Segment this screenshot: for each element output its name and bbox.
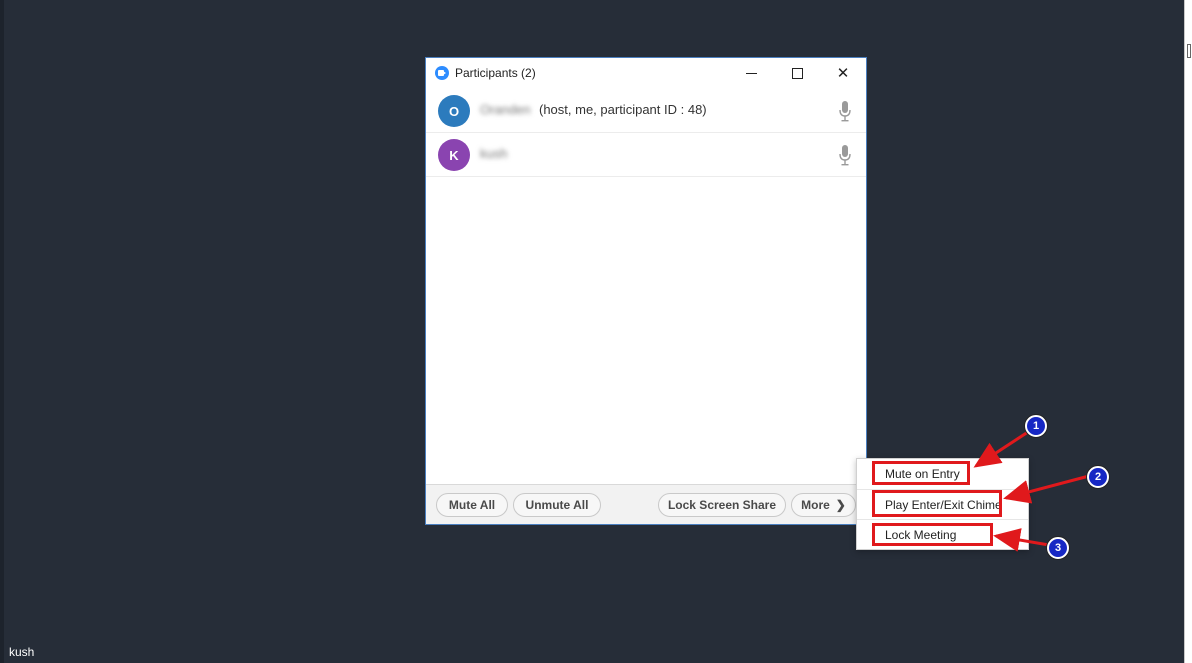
mute-all-button[interactable]: Mute All xyxy=(436,493,508,517)
adjacent-window-edge xyxy=(1184,0,1192,663)
participant-name: Oranden xyxy=(480,102,531,117)
close-icon: ✕ xyxy=(836,64,850,82)
desktop-edge xyxy=(0,0,4,663)
annotation-badge: 1 xyxy=(1025,415,1047,437)
chevron-right-icon: ❯ xyxy=(835,498,846,512)
highlight-box xyxy=(872,461,970,485)
more-label: More xyxy=(801,498,830,512)
avatar: O xyxy=(438,95,470,127)
participants-window: Participants (2) ✕ O Oranden (host, me, … xyxy=(425,57,867,525)
user-name-label: kush xyxy=(9,645,35,659)
participant-row[interactable]: O Oranden (host, me, participant ID : 48… xyxy=(426,89,866,133)
participant-role: (host, me, participant ID : 48) xyxy=(539,102,707,117)
lock-screen-share-button[interactable]: Lock Screen Share xyxy=(658,493,786,517)
participant-name: kush xyxy=(480,146,508,161)
minimize-button[interactable] xyxy=(728,58,774,88)
maximize-icon xyxy=(791,67,803,79)
window-title: Participants (2) xyxy=(455,66,536,80)
microphone-icon[interactable] xyxy=(838,100,852,122)
highlight-box xyxy=(872,523,993,546)
participant-row[interactable]: K kush xyxy=(426,133,866,177)
maximize-button[interactable] xyxy=(774,58,820,88)
participants-footer: Mute All Unmute All Lock Screen Share Mo… xyxy=(426,484,866,524)
close-button[interactable]: ✕ xyxy=(820,58,866,88)
annotation-badge: 2 xyxy=(1087,466,1109,488)
unmute-all-button[interactable]: Unmute All xyxy=(513,493,601,517)
avatar: K xyxy=(438,139,470,171)
annotation-badge: 3 xyxy=(1047,537,1069,559)
microphone-icon[interactable] xyxy=(838,144,852,166)
more-button[interactable]: More ❯ xyxy=(791,493,856,517)
minimize-icon xyxy=(745,72,757,74)
highlight-box xyxy=(872,490,1002,517)
zoom-app-icon xyxy=(435,66,449,80)
title-bar[interactable]: Participants (2) ✕ xyxy=(426,58,866,89)
window-edge-marker xyxy=(1187,44,1191,58)
